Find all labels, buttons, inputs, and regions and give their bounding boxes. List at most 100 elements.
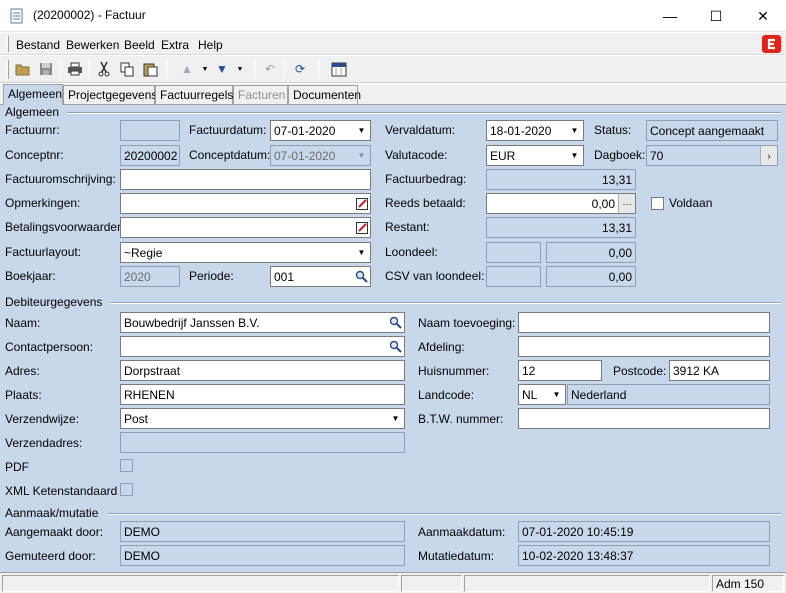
loondeel-label: Loondeel:: [385, 245, 438, 259]
contactpersoon-input[interactable]: [120, 336, 405, 357]
chevron-down-icon: ▼: [353, 146, 370, 165]
postcode-input[interactable]: 3912 KA: [669, 360, 770, 381]
save-icon[interactable]: [35, 58, 57, 80]
chevron-down-icon[interactable]: ▼: [387, 409, 404, 428]
tab-projectgegevens[interactable]: Projectgegevens: [63, 85, 157, 104]
menu-extra[interactable]: Extra: [161, 38, 189, 52]
postcode-label: Postcode:: [613, 364, 667, 378]
edit-note-icon[interactable]: [353, 218, 370, 237]
main-panel: Algemeen Factuurnr: Factuurdatum: 07-01-…: [0, 104, 786, 572]
section-divider: [67, 112, 781, 114]
menu-help[interactable]: Help: [198, 38, 223, 52]
valutacode-value: EUR: [490, 149, 516, 163]
landcode-select[interactable]: NL ▼: [518, 384, 566, 405]
chevron-down-icon[interactable]: ▼: [548, 385, 565, 404]
toolbar-separator: [254, 59, 255, 79]
chevron-down-icon[interactable]: ▼: [566, 146, 583, 165]
plaats-input[interactable]: RHENEN: [120, 384, 405, 405]
next-dropdown-icon[interactable]: ▼: [229, 58, 251, 80]
paste-icon[interactable]: [139, 58, 161, 80]
chevron-down-icon[interactable]: ▼: [353, 121, 370, 140]
dagboek-value: 70: [650, 149, 664, 163]
chevron-down-icon[interactable]: ▼: [353, 243, 370, 262]
undo-icon[interactable]: ↶: [259, 58, 281, 80]
afdeling-input[interactable]: [518, 336, 770, 357]
tab-factuurregels[interactable]: Factuurregels: [155, 85, 233, 104]
factuurnr-field: [120, 120, 180, 141]
search-icon[interactable]: [387, 313, 404, 332]
status-user: Adm 150: [712, 575, 784, 592]
betalingsvoorwaarden-input[interactable]: [120, 217, 371, 238]
search-icon[interactable]: [353, 267, 370, 286]
print-icon[interactable]: [64, 58, 86, 80]
voldaan-checkbox[interactable]: [651, 197, 664, 210]
factuurdatum-select[interactable]: 07-01-2020 ▼: [270, 120, 371, 141]
status-panel-1: [2, 575, 399, 592]
naam-input[interactable]: Bouwbedrijf Janssen B.V.: [120, 312, 405, 333]
factuurlayout-select[interactable]: ~Regie ▼: [120, 242, 371, 263]
status-panel-2: [401, 575, 462, 592]
factuuromschrijving-input[interactable]: [120, 169, 371, 190]
toolbar-separator: [318, 59, 319, 79]
adres-input[interactable]: Dorpstraat: [120, 360, 405, 381]
lookup-button[interactable]: ›: [760, 146, 777, 165]
document-icon: [10, 8, 23, 24]
reeds-betaald-value: 0,00: [591, 197, 615, 211]
conceptdatum-select: 07-01-2020 ▼: [270, 145, 371, 166]
aangemaakt-door-label: Aangemaakt door:: [5, 525, 104, 539]
conceptdatum-value: 07-01-2020: [274, 149, 336, 163]
huisnummer-input[interactable]: 12: [518, 360, 602, 381]
section-title-algemeen: Algemeen: [5, 105, 60, 119]
copy-icon[interactable]: [116, 58, 138, 80]
verzendwijze-value: Post: [124, 412, 149, 426]
section-divider: [108, 513, 781, 515]
tab-facturen[interactable]: Facturen: [233, 85, 288, 104]
maximize-button[interactable]: ☐: [693, 0, 739, 32]
naam-value: Bouwbedrijf Janssen B.V.: [124, 316, 260, 330]
menu-bewerken[interactable]: Bewerken: [66, 38, 119, 52]
minimize-button[interactable]: —: [647, 0, 693, 32]
betalingsvoorwaarden-label: Betalingsvoorwaarden:: [5, 220, 128, 234]
adres-label: Adres:: [5, 364, 40, 378]
landcode-value: NL: [522, 388, 538, 402]
calendar-icon[interactable]: [328, 58, 350, 80]
close-button[interactable]: ✕: [740, 0, 786, 32]
dagboek-field[interactable]: 70 ›: [646, 145, 778, 166]
btw-input[interactable]: [518, 408, 770, 429]
vervaldatum-select[interactable]: 18-01-2020 ▼: [486, 120, 584, 141]
naam-toevoeging-input[interactable]: [518, 312, 770, 333]
tab-documenten[interactable]: Documenten: [288, 85, 361, 104]
menu-bestand[interactable]: Bestand: [16, 38, 60, 52]
cut-icon[interactable]: [93, 58, 115, 80]
factuurdatum-value: 07-01-2020: [274, 124, 336, 138]
vervaldatum-value: 18-01-2020: [490, 124, 552, 138]
loondeel-code-field: [486, 242, 541, 263]
verzendwijze-select[interactable]: Post ▼: [120, 408, 405, 429]
reeds-betaald-label: Reeds betaald:: [385, 196, 466, 210]
valutacode-label: Valutacode:: [385, 148, 448, 162]
section-title-mutatie: Aanmaak/mutatie: [5, 506, 99, 520]
toolbar: ▲ ▼ ▼ ▼ ↶ ⟳: [0, 56, 786, 83]
valutacode-select[interactable]: EUR ▼: [486, 145, 584, 166]
search-icon[interactable]: [387, 337, 404, 356]
opmerkingen-input[interactable]: [120, 193, 371, 214]
pdf-checkbox[interactable]: [120, 459, 133, 472]
reeds-betaald-input[interactable]: 0,00 ···: [486, 193, 636, 214]
menu-beeld[interactable]: Beeld: [124, 38, 155, 52]
edit-note-icon[interactable]: [353, 194, 370, 213]
tab-algemeen[interactable]: Algemeen: [3, 84, 63, 105]
open-folder-icon[interactable]: [12, 58, 34, 80]
title-bar: (20200002) - Factuur — ☐ ✕: [0, 0, 786, 32]
chevron-down-icon[interactable]: ▼: [566, 121, 583, 140]
app-logo-icon: [762, 35, 781, 53]
refresh-icon[interactable]: ⟳: [289, 58, 311, 80]
periode-input[interactable]: 001: [270, 266, 371, 287]
toolbar-separator: [284, 59, 285, 79]
csv-label: CSV van loondeel:: [385, 269, 485, 283]
aanmaakdatum-label: Aanmaakdatum:: [418, 525, 506, 539]
xml-checkbox[interactable]: [120, 483, 133, 496]
naam-toevoeging-label: Naam toevoeging:: [418, 316, 516, 330]
status-label: Status:: [594, 123, 632, 137]
more-button[interactable]: ···: [618, 194, 635, 213]
btw-label: B.T.W. nummer:: [418, 412, 504, 426]
